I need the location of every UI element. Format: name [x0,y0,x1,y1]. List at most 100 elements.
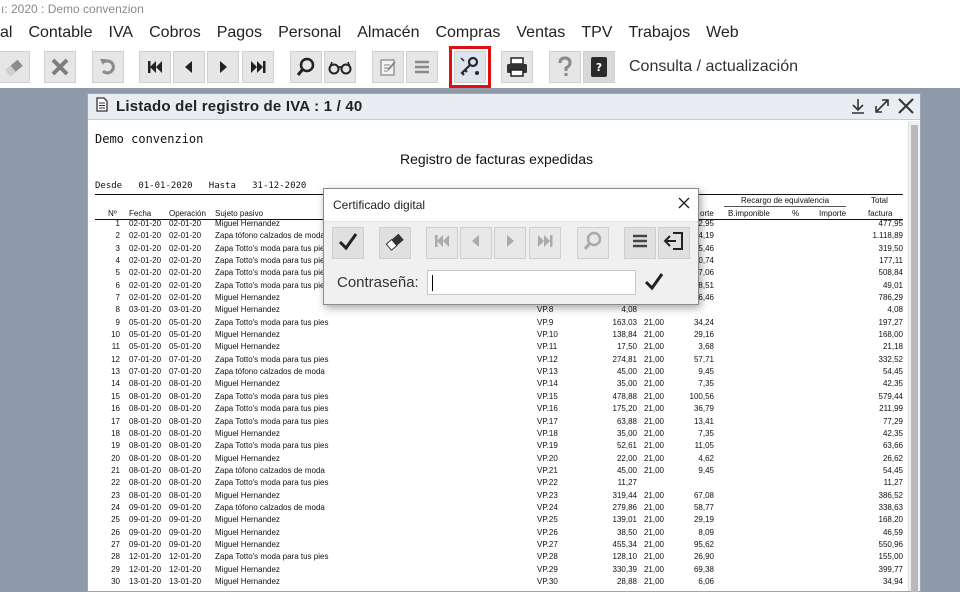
cell-documento: VP.14 [537,379,558,389]
table-row[interactable]: 25 09-01-20 09-01-20 Miguel Hernandez VP.25 1… [88,514,910,526]
cell-fecha: 08-01-20 [129,441,162,451]
menu-item-pagos[interactable]: Pagos [209,20,270,46]
table-row[interactable]: 20 08-01-20 08-01-20 Miguel Hernandez VP.20 2… [88,453,910,465]
cell-num: 8 [115,305,120,315]
svg-text:?: ? [596,61,602,74]
cell-base: 17,50 [616,342,637,352]
cell-base: 38,50 [616,527,637,537]
table-row[interactable]: 13 07-01-20 07-01-20 Zapa tófono calzados d… [88,366,910,378]
cell-sujeto: Zapa Totto's moda para tus pies [215,404,329,414]
calculator-button[interactable]: ? [583,51,615,83]
menu-item-web[interactable]: Web [698,20,747,46]
table-row[interactable]: 17 08-01-20 08-01-20 Zapa Totto's moda para… [88,416,910,428]
table-row[interactable]: 29 12-01-20 12-01-20 Miguel Hernandez VP.29 3… [88,564,910,576]
table-row[interactable]: 18 08-01-20 08-01-20 Miguel Hernandez VP.18 3… [88,428,910,440]
table-row[interactable]: 19 08-01-20 08-01-20 Zapa Totto's moda para… [88,440,910,452]
dialog-next-button[interactable] [494,227,526,259]
cell-pct: 21,00 [643,379,664,389]
table-row[interactable]: 26 09-01-20 09-01-20 Miguel Hernandez VP.26 3… [88,527,910,539]
dialog-search-button[interactable] [577,227,609,259]
password-input[interactable] [427,270,636,295]
menu-item-trabajos[interactable]: Trabajos [620,20,698,46]
menu-item-iva[interactable]: IVA [101,20,142,46]
digital-certificate-icon [458,55,482,79]
menu-item-tpv[interactable]: TPV [573,20,620,46]
cell-base: 63,88 [616,416,637,426]
menu-item-ventas[interactable]: Ventas [508,20,573,46]
cell-base: 28,88 [616,576,637,586]
edit-button[interactable] [372,51,404,83]
table-row[interactable]: 27 09-01-20 09-01-20 Miguel Hernandez VP.27 4… [88,539,910,551]
table-row[interactable]: 21 08-01-20 08-01-20 Zapa tófono calzados d… [88,465,910,477]
cell-base: 45,00 [616,367,637,377]
dialog-exit-button[interactable] [658,227,690,259]
dialog-prev-button[interactable] [460,227,492,259]
cell-num: 14 [111,379,120,389]
table-row[interactable]: 16 08-01-20 08-01-20 Zapa Totto's moda para… [88,403,910,415]
table-row[interactable]: 15 08-01-20 08-01-20 Zapa Totto's moda para… [88,391,910,403]
cell-operacion: 02-01-20 [169,280,202,290]
table-row[interactable]: 9 05-01-20 05-01-20 Zapa Totto's moda para … [88,317,910,329]
cell-num: 23 [111,490,120,500]
cell-operacion: 12-01-20 [169,564,202,574]
table-row[interactable]: 28 12-01-20 12-01-20 Zapa Totto's moda para… [88,551,910,563]
password-confirm-button[interactable] [641,270,667,296]
cell-total: 168,00 [878,330,903,340]
cancel-button[interactable] [44,51,76,83]
maximize-icon[interactable] [872,96,892,116]
menu-item-almacen[interactable]: Almacén [349,20,427,46]
table-row[interactable]: 14 08-01-20 08-01-20 Miguel Hernandez VP.14 3… [88,378,910,390]
vertical-scrollbar[interactable] [908,121,920,592]
dialog-list-button[interactable] [624,227,656,259]
prev-record-button[interactable] [173,51,205,83]
print-button[interactable] [501,51,533,83]
cell-sujeto: Miguel Hernandez [215,564,280,574]
first-record-button[interactable] [139,51,171,83]
cell-documento: VP.28 [537,552,558,562]
table-row[interactable]: 11 05-01-20 05-01-20 Miguel Hernandez VP.11 1… [88,341,910,353]
menu-item-al[interactable]: al [0,20,20,46]
dialog-first-button[interactable] [426,227,458,259]
cell-num: 6 [115,280,120,290]
next-record-button[interactable] [207,51,239,83]
dialog-last-button[interactable] [529,227,561,259]
dialog-accept-button[interactable] [332,227,364,259]
table-row[interactable]: 12 07-01-20 07-01-20 Zapa Totto's moda para… [88,354,910,366]
cell-documento: VP.24 [537,502,558,512]
table-row[interactable]: 10 05-01-20 05-01-20 Miguel Hernandez VP.10 1… [88,329,910,341]
search-button[interactable] [290,51,322,83]
cell-sujeto: Miguel Hernandez [215,219,280,228]
menu-item-compras[interactable]: Compras [427,20,508,46]
last-record-button[interactable] [242,51,274,83]
cell-base: 45,00 [616,465,637,475]
cell-sujeto: Zapa Totto's moda para tus pies [215,268,329,278]
table-row[interactable]: 23 08-01-20 08-01-20 Miguel Hernandez VP.23 3… [88,490,910,502]
table-row[interactable]: 30 13-01-20 13-01-20 Miguel Hernandez VP.30 2… [88,576,910,588]
undo-button[interactable] [92,51,124,83]
eraser-button[interactable] [0,51,30,83]
edit-icon [378,57,398,77]
cell-cuota: 29,16 [693,330,714,340]
list-button[interactable] [406,51,438,83]
dialog-close-icon[interactable] [677,196,691,210]
menu-item-personal[interactable]: Personal [270,20,349,46]
cell-sujeto: Zapa Totto's moda para tus pies [215,243,329,253]
close-window-icon[interactable] [896,96,916,116]
download-icon[interactable] [848,96,868,116]
menu-item-cobros[interactable]: Cobros [141,20,209,46]
scrollbar-thumb[interactable] [911,125,918,592]
cell-pct: 21,00 [643,576,664,586]
menu-item-contable[interactable]: Contable [20,20,100,46]
report-title: Registro de facturas expedidas [400,151,593,167]
dialog-clear-button[interactable] [379,227,411,259]
close-icon [50,57,70,77]
table-row[interactable]: 8 03-01-20 03-01-20 Miguel Hernandez VP.8 4,0… [88,304,910,316]
cell-operacion: 08-01-20 [169,441,202,451]
digital-certificate-button[interactable] [449,46,491,88]
table-row[interactable]: 22 08-01-20 08-01-20 Zapa Totto's moda para… [88,477,910,489]
table-row[interactable]: 24 09-01-20 09-01-20 Zapa tófono calzados d… [88,502,910,514]
view-button[interactable] [324,51,356,83]
help-button[interactable] [549,51,581,83]
cell-operacion: 03-01-20 [169,305,202,315]
cell-num: 9 [115,317,120,327]
